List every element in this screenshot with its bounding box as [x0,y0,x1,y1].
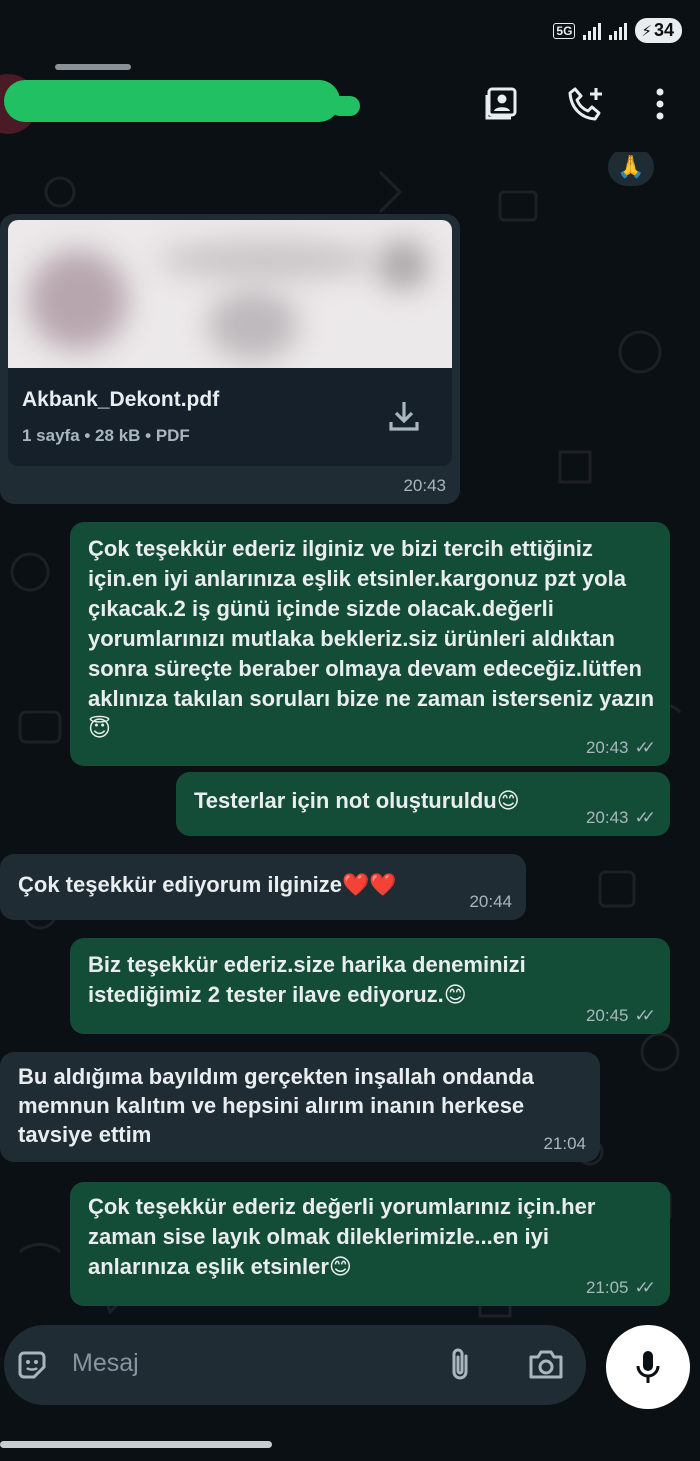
redaction-mark [330,96,360,116]
read-receipt-icon: ✓✓ [634,1278,656,1297]
charging-icon: ⚡ [641,22,652,40]
drag-handle [55,64,131,70]
message-meta: 20:43 ✓✓ [586,808,656,828]
message-meta: 21:05 ✓✓ [586,1278,656,1298]
add-call-button[interactable] [564,82,608,126]
contact-name-redacted[interactable] [4,80,340,122]
attach-button[interactable] [440,1345,480,1385]
sticker-icon [18,1351,46,1379]
add-call-icon [568,87,602,121]
sticker-button[interactable] [12,1345,52,1385]
message-meta: 20:44 [469,892,512,912]
message-text: Testerlar için not oluşturuldu😊 [194,788,520,813]
message-text: Biz teşekkür ederiz.size harika denemini… [88,952,526,1007]
network-type: 5G [553,22,576,39]
message-bubble-outgoing[interactable]: Çok teşekkür ederiz ilginiz ve bizi terc… [70,522,670,766]
document-message[interactable]: Akbank_Dekont.pdf 1 sayfa • 28 kB • PDF … [0,214,460,504]
reaction-emoji[interactable]: 🙏 [608,152,654,186]
message-bubble-incoming[interactable]: Bu aldığıma bayıldım gerçekten inşallah … [0,1052,600,1162]
signal-icon [583,22,602,40]
read-receipt-icon: ✓✓ [634,808,656,827]
message-text: Çok teşekkür ederiz ilginiz ve bizi terc… [88,536,655,741]
more-vert-icon [656,88,664,120]
message-input[interactable]: Mesaj [4,1325,586,1405]
message-text: Çok teşekkür ederiz değerli yorumlarınız… [88,1194,596,1279]
composer: Mesaj [0,1325,700,1461]
message-time: 20:43 [403,476,446,495]
contact-card-button[interactable] [480,82,524,126]
message-placeholder: Mesaj [72,1349,139,1377]
chat-header [0,60,700,152]
document-preview-thumbnail[interactable] [8,220,452,368]
voice-record-button[interactable] [606,1325,690,1409]
contact-card-icon [485,87,517,120]
message-text: Bu aldığıma bayıldım gerçekten inşallah … [18,1064,534,1147]
message-bubble-incoming[interactable]: Çok teşekkür ediyorum ilginize❤️❤️ 20:44 [0,854,526,920]
message-time: 20:45 [585,1006,629,1025]
message-time: 21:04 [543,1134,586,1153]
message-bubble-outgoing[interactable]: Biz teşekkür ederiz.size harika denemini… [70,938,670,1034]
camera-icon [529,1350,563,1379]
battery-level: 34 [653,20,674,40]
download-icon[interactable] [386,398,422,434]
read-receipt-icon: ✓✓ [634,738,656,757]
read-receipt-icon: ✓✓ [634,1006,656,1025]
gesture-bar[interactable] [0,1441,272,1448]
battery-indicator: ⚡ 34 [635,18,682,43]
message-meta: 20:45 ✓✓ [586,1006,656,1026]
message-text: Çok teşekkür ediyorum ilginize❤️❤️ [18,872,397,897]
message-meta: 20:43 [403,476,446,496]
document-file-name: Akbank_Dekont.pdf [22,388,220,411]
document-card[interactable]: Akbank_Dekont.pdf 1 sayfa • 28 kB • PDF [8,368,452,466]
status-bar: 5G ⚡ 34 [0,0,700,60]
message-time: 20:43 [585,738,629,757]
more-options-button[interactable] [638,82,682,126]
signal-2-icon [609,22,628,40]
camera-button[interactable] [526,1345,566,1385]
message-bubble-outgoing[interactable]: Çok teşekkür ederiz değerli yorumlarınız… [70,1182,670,1306]
chat-area[interactable]: 🙏 Akbank_Dekont.pdf 1 sayfa • 28 kB • PD… [0,152,700,1325]
message-meta: 21:04 [543,1134,586,1154]
document-info: 1 sayfa • 28 kB • PDF [22,426,190,445]
message-time: 21:05 [585,1278,629,1297]
message-time: 20:43 [585,808,629,827]
message-bubble-outgoing[interactable]: Testerlar için not oluşturuldu😊 20:43 ✓✓ [176,772,670,836]
paperclip-icon [452,1348,468,1380]
message-time: 20:44 [469,892,512,911]
microphone-icon [636,1351,660,1383]
message-meta: 20:43 ✓✓ [586,738,656,758]
